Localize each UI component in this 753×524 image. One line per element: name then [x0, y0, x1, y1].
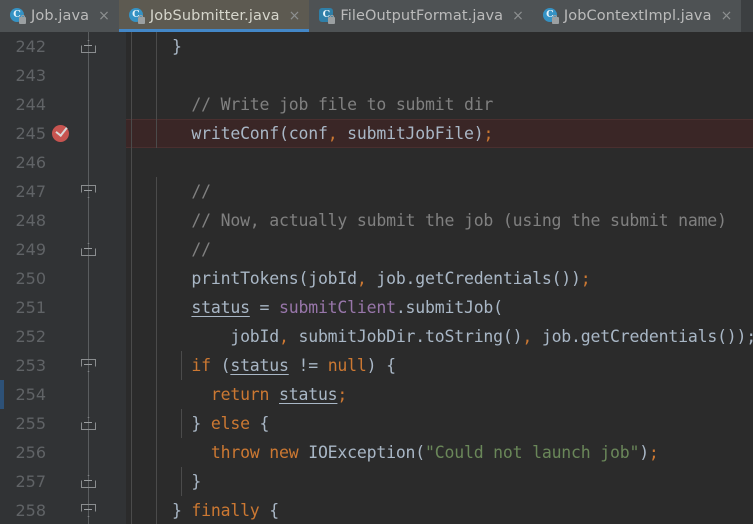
fold-end-icon[interactable]: [81, 417, 96, 430]
collapse-dash-icon: [84, 422, 92, 423]
gutter-line-252[interactable]: 252: [0, 322, 126, 351]
gutter-line-253[interactable]: 253: [0, 351, 126, 380]
gutter-line-249[interactable]: 249: [0, 235, 126, 264]
lock-badge-icon: [19, 14, 26, 24]
editor-tab-label: Job.java: [31, 8, 90, 24]
fold-marker-shape: [81, 40, 96, 53]
fold-region-line: [88, 90, 89, 119]
collapse-dash-icon: [84, 509, 92, 510]
line-number: 245: [15, 124, 46, 143]
lock-badge-icon: [551, 14, 559, 24]
gutter-line-248[interactable]: 248: [0, 206, 126, 235]
code-editor[interactable]: 242 243 244 245 246 247 248 249 250 251 252 253 254 2…: [0, 32, 753, 524]
fold-start-icon[interactable]: [81, 185, 96, 198]
close-icon[interactable]: ×: [98, 9, 110, 23]
fold-marker-shape: [81, 504, 96, 517]
java-class-icon: C: [542, 8, 559, 24]
fold-end-icon[interactable]: [81, 243, 96, 256]
editor-tab-label: FileOutputFormat.java: [340, 8, 504, 24]
fold-end-icon[interactable]: [81, 475, 96, 488]
line-number: 251: [15, 298, 46, 317]
line-number: 246: [15, 153, 46, 172]
collapse-dash-icon: [84, 480, 92, 481]
gutter-line-243[interactable]: 243: [0, 61, 126, 90]
close-icon[interactable]: ×: [512, 9, 524, 23]
collapse-dash-icon: [84, 45, 92, 46]
editor-tab-bar: C Job.java × C JobSubmitter.java × C FileOutput…: [0, 0, 753, 32]
line-number: 244: [15, 95, 46, 114]
breakpoint-verified-icon[interactable]: [52, 124, 69, 142]
line-number: 255: [15, 414, 46, 433]
fold-region-line: [88, 148, 89, 177]
lock-badge-icon: [137, 14, 145, 24]
gutter-line-246[interactable]: 246: [0, 148, 126, 177]
gutter-line-258[interactable]: 258: [0, 496, 126, 524]
line-number: 249: [15, 240, 46, 259]
collapse-dash-icon: [84, 364, 92, 365]
fold-marker-shape: [81, 243, 96, 256]
indent-guide: [131, 32, 132, 524]
line-number: 250: [15, 269, 46, 288]
line-number: 253: [15, 356, 46, 375]
collapse-dash-icon: [84, 248, 92, 249]
line-number: 248: [15, 211, 46, 230]
close-icon[interactable]: ×: [289, 9, 301, 23]
fold-marker-shape: [81, 185, 96, 198]
fold-region-line: [88, 322, 89, 351]
line-number: 256: [15, 443, 46, 462]
gutter-line-245[interactable]: 245: [0, 119, 126, 148]
line-number: 258: [15, 501, 46, 520]
editor-tab-job-java[interactable]: C Job.java ×: [0, 0, 119, 32]
fold-start-icon[interactable]: [81, 359, 96, 372]
fold-region-line: [88, 438, 89, 467]
indent-guide: [156, 32, 157, 148]
editor-tab-label: JobSubmitter.java: [149, 8, 280, 24]
line-number: 252: [15, 327, 46, 346]
gutter-line-257[interactable]: 257: [0, 467, 126, 496]
fold-region-line: [88, 119, 89, 148]
fold-marker-shape: [81, 359, 96, 372]
lock-badge-icon: [328, 14, 336, 24]
close-icon[interactable]: ×: [721, 9, 733, 23]
line-number: 257: [15, 472, 46, 491]
fold-end-icon[interactable]: [81, 40, 96, 53]
fold-region-line: [88, 293, 89, 322]
checkmark-icon: [55, 124, 68, 137]
gutter-line-250[interactable]: 250: [0, 264, 126, 293]
indent-guide: [181, 467, 182, 496]
fold-marker-shape: [81, 417, 96, 430]
fold-region-line: [88, 61, 89, 90]
gutter-line-247[interactable]: 247: [0, 177, 126, 206]
indent-guide: [181, 409, 182, 438]
java-abstract-class-icon: C: [319, 8, 336, 24]
fold-marker-shape: [81, 475, 96, 488]
line-number: 243: [15, 66, 46, 85]
gutter-line-251[interactable]: 251: [0, 293, 126, 322]
fold-start-icon[interactable]: [81, 504, 96, 517]
collapse-dash-icon: [84, 190, 92, 191]
gutter-line-254[interactable]: 254: [0, 380, 126, 409]
gutter-line-244[interactable]: 244: [0, 90, 126, 119]
editor-tab-jobcontextimpl-java[interactable]: C JobContextImpl.java ×: [532, 0, 742, 32]
fold-region-line: [88, 380, 89, 409]
line-number: 242: [15, 37, 46, 56]
editor-tab-fileoutputformat-java[interactable]: C FileOutputFormat.java ×: [309, 0, 533, 32]
editor-gutter[interactable]: 242 243 244 245 246 247 248 249 250 251 252 253 254 2…: [0, 32, 126, 524]
java-class-icon: C: [128, 8, 145, 24]
editor-tab-jobsubmitter-java[interactable]: C JobSubmitter.java ×: [118, 0, 310, 32]
line-number: 254: [15, 385, 46, 404]
gutter-line-242[interactable]: 242: [0, 32, 126, 61]
gutter-line-256[interactable]: 256: [0, 438, 126, 467]
fold-region-line: [88, 206, 89, 235]
editor-tab-label: JobContextImpl.java: [563, 8, 712, 24]
line-number: 247: [15, 182, 46, 201]
indent-guide: [181, 351, 182, 380]
java-class-icon: C: [10, 8, 26, 24]
indent-guide: [156, 177, 157, 524]
gutter-line-255[interactable]: 255: [0, 409, 126, 438]
fold-region-line: [88, 264, 89, 293]
